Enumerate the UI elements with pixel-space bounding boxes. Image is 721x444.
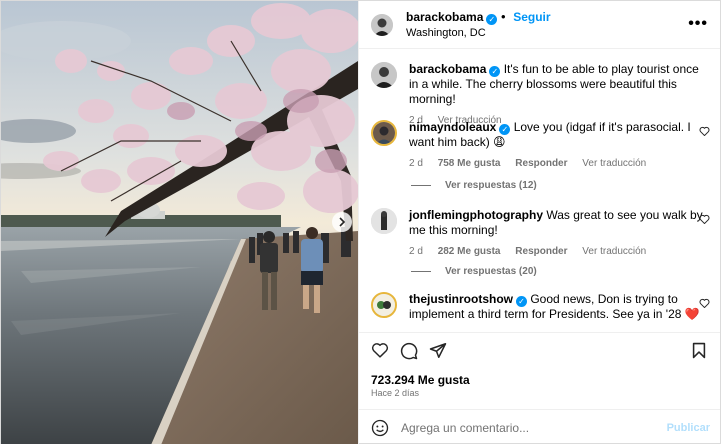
comment-body: jonflemingphotography Was great to see y…: [409, 208, 707, 259]
author-avatar[interactable]: [371, 13, 393, 36]
post-photo: [1, 1, 358, 444]
verified-badge-icon: ✓: [499, 124, 511, 135]
comment-composer: Publicar: [359, 409, 720, 444]
post-side-panel: barackobama ✓ • Seguir Washington, DC •••: [358, 1, 720, 444]
comment-age: 2 d: [409, 158, 423, 169]
emoji-icon[interactable]: [371, 419, 389, 437]
next-photo-button[interactable]: [332, 212, 352, 232]
post-actions-bar: [359, 332, 720, 370]
avatar-image: [371, 62, 397, 88]
verified-badge-icon: ✓: [516, 296, 527, 307]
caption-author[interactable]: barackobama: [409, 62, 486, 76]
comment-likes[interactable]: 282 Me gusta: [438, 246, 501, 257]
author-username[interactable]: barackobama: [406, 10, 483, 24]
share-send-icon[interactable]: [429, 342, 447, 359]
comment-avatar[interactable]: [371, 208, 397, 234]
verified-badge-icon: ✓: [489, 66, 501, 77]
caption-avatar[interactable]: [371, 62, 397, 88]
comment-avatar[interactable]: [371, 292, 397, 318]
caption-body: barackobama ✓ It's fun to be able to play…: [409, 62, 707, 128]
like-heart-icon[interactable]: [371, 342, 389, 358]
avatar-image: [371, 208, 397, 234]
post-dialog: barackobama ✓ • Seguir Washington, DC •••: [0, 0, 721, 444]
comment-author[interactable]: thejustinrootshow: [409, 292, 513, 306]
dot-separator: •: [501, 8, 506, 24]
save-bookmark-icon[interactable]: [692, 342, 706, 359]
translate-link[interactable]: Ver traducción: [582, 246, 646, 257]
likes-count[interactable]: 723.294 Me gusta: [371, 373, 470, 387]
comment-input[interactable]: [401, 420, 661, 435]
comment-author[interactable]: jonflemingphotography: [409, 208, 543, 222]
view-replies-button[interactable]: Ver respuestas (12): [411, 180, 537, 191]
reply-link[interactable]: Responder: [515, 158, 567, 169]
like-comment-heart-icon[interactable]: [699, 126, 710, 136]
avatar-image: [371, 13, 393, 36]
comment-avatar[interactable]: [371, 120, 397, 146]
comment-item: jonflemingphotography Was great to see y…: [371, 208, 710, 259]
comment-likes[interactable]: 758 Me gusta: [438, 158, 501, 169]
follow-button[interactable]: Seguir: [513, 10, 550, 24]
chevron-right-icon: [339, 217, 346, 227]
caption: barackobama ✓ It's fun to be able to play…: [371, 62, 710, 128]
comments-list[interactable]: barackobama ✓ It's fun to be able to play…: [359, 50, 720, 332]
comment-meta: 2 d 758 Me gusta Responder Ver traducció…: [409, 156, 707, 171]
reply-link[interactable]: Responder: [515, 246, 567, 257]
publish-button[interactable]: Publicar: [667, 422, 710, 434]
comment-age: 2 d: [409, 246, 423, 257]
comment-body: nimayndoleaux ✓ Love you (idgaf if it's p…: [409, 120, 707, 171]
comment-item: nimayndoleaux ✓ Love you (idgaf if it's p…: [371, 120, 710, 171]
comment-author[interactable]: nimayndoleaux: [409, 120, 496, 134]
post-timestamp[interactable]: Hace 2 días: [371, 388, 419, 398]
comment-bubble-icon[interactable]: [400, 342, 418, 360]
like-comment-heart-icon[interactable]: [699, 298, 710, 308]
more-options-icon[interactable]: •••: [688, 15, 708, 33]
post-header: barackobama ✓ • Seguir Washington, DC •••: [359, 1, 720, 49]
comment-body: thejustinrootshow ✓ Good news, Don is try…: [409, 292, 707, 322]
header-text: barackobama ✓ • Seguir Washington, DC: [406, 9, 551, 41]
avatar-image: [373, 294, 395, 316]
avatar-image: [373, 122, 395, 144]
comment-item: thejustinrootshow ✓ Good news, Don is try…: [371, 292, 710, 322]
translate-link[interactable]: Ver traducción: [582, 158, 646, 169]
verified-badge-icon: ✓: [486, 13, 498, 25]
cherry-blossom-photo: [1, 1, 358, 444]
comment-meta: 2 d 282 Me gusta Responder Ver traducció…: [409, 244, 707, 259]
location-link[interactable]: Washington, DC: [406, 25, 551, 41]
like-comment-heart-icon[interactable]: [699, 214, 710, 224]
view-replies-button[interactable]: Ver respuestas (20): [411, 266, 537, 277]
